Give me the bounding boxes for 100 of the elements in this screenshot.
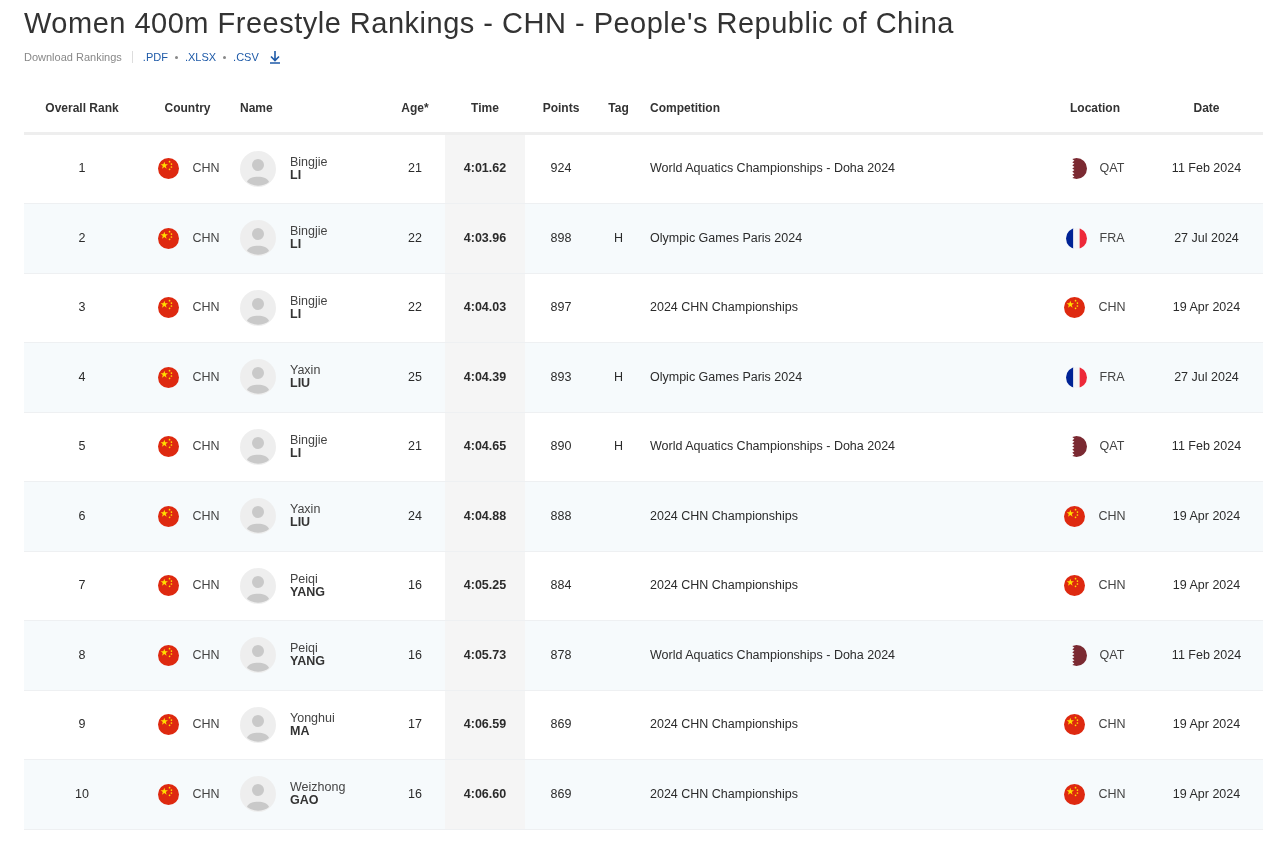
- last-name: LI: [290, 168, 302, 182]
- rank-cell-text: 2: [78, 229, 86, 247]
- first-name: Bingjie: [290, 225, 328, 239]
- points-cell-text: 869: [550, 716, 572, 734]
- country-code: CHN: [192, 160, 220, 178]
- last-name: LIU: [290, 377, 312, 391]
- rank-cell-text: 3: [78, 299, 86, 317]
- column-header: Tag: [608, 99, 629, 117]
- country-code: CHN: [192, 229, 220, 247]
- time-cell-text: 4:05.25: [463, 577, 507, 595]
- competition-cell-text: Olympic Games Paris 2024: [650, 229, 803, 247]
- avatar-silhouette-icon: [240, 706, 276, 743]
- points-cell-text: 869: [550, 785, 572, 803]
- points-cell-text: 924: [550, 160, 572, 178]
- rank-cell-text: 8: [78, 646, 86, 664]
- date-cell-text: 11 Feb 2024: [1171, 646, 1242, 664]
- first-name: Weizhong: [290, 781, 346, 795]
- age-cell-text: 25: [408, 368, 422, 386]
- download-link[interactable]: .CSV: [233, 49, 259, 66]
- competition-cell-text: 2024 CHN Championships: [650, 577, 798, 595]
- date-cell-text: 27 Jul 2024: [1174, 229, 1239, 247]
- country-code: CHN: [192, 577, 220, 595]
- last-name: MA: [290, 724, 310, 738]
- last-name: LI: [290, 238, 302, 252]
- first-name: Bingjie: [290, 155, 328, 169]
- china-flag-icon: [158, 158, 180, 180]
- location-code: CHN: [1098, 785, 1126, 803]
- france-flag-icon: [1065, 227, 1087, 249]
- points-cell-text: 898: [550, 229, 572, 247]
- location-code: CHN: [1098, 716, 1126, 734]
- last-name: LIU: [290, 516, 312, 530]
- last-name: YANG: [290, 585, 325, 599]
- age-cell-text: 22: [408, 299, 422, 317]
- china-flag-icon: [1064, 505, 1086, 527]
- date-cell-text: 19 Apr 2024: [1172, 577, 1241, 595]
- location-code: CHN: [1098, 299, 1126, 317]
- age-cell-text: 22: [408, 229, 422, 247]
- age-cell-text: 16: [408, 785, 422, 803]
- country-code: CHN: [192, 646, 220, 664]
- country-code: CHN: [192, 299, 220, 317]
- competition-cell-text: 2024 CHN Championships: [650, 299, 798, 317]
- date-cell-text: 19 Apr 2024: [1172, 716, 1241, 734]
- page-title: Women 400m Freestyle Rankings - CHN - People's Republic of China: [24, 6, 955, 41]
- column-header: Location: [1070, 99, 1120, 117]
- location-code: FRA: [1099, 229, 1125, 247]
- country-code: CHN: [192, 507, 220, 525]
- date-cell-text: 19 Apr 2024: [1172, 507, 1241, 525]
- date-cell-text: 11 Feb 2024: [1171, 438, 1242, 456]
- download-icon[interactable]: [268, 50, 281, 65]
- last-name: LI: [290, 446, 302, 460]
- rank-cell-text: 9: [78, 716, 86, 734]
- column-header: Date: [1193, 99, 1220, 117]
- date-cell-text: 27 Jul 2024: [1174, 368, 1239, 386]
- location-code: FRA: [1099, 368, 1125, 386]
- time-cell-text: 4:04.39: [463, 368, 507, 386]
- competition-cell-text: 2024 CHN Championships: [650, 785, 798, 803]
- competition-cell-text: 2024 CHN Championships: [650, 716, 798, 734]
- competition-cell-text: World Aquatics Championships - Doha 2024: [650, 646, 896, 664]
- avatar-silhouette-icon: [240, 776, 276, 813]
- country-code: CHN: [192, 438, 220, 456]
- points-cell-text: 878: [550, 646, 572, 664]
- last-name: YANG: [290, 655, 325, 669]
- competition-cell-text: 2024 CHN Championships: [650, 507, 798, 525]
- time-cell-text: 4:01.62: [463, 160, 507, 178]
- avatar-silhouette-icon: [240, 637, 276, 674]
- time-cell-text: 4:04.88: [463, 507, 507, 525]
- competition-cell-text: World Aquatics Championships - Doha 2024: [650, 160, 896, 178]
- points-cell-text: 890: [550, 438, 572, 456]
- location-code: QAT: [1099, 646, 1125, 664]
- last-name: LI: [290, 307, 302, 321]
- china-flag-icon: [158, 227, 180, 249]
- age-cell-text: 16: [408, 577, 422, 595]
- china-flag-icon: [158, 575, 180, 597]
- column-header: Country: [164, 99, 211, 117]
- date-cell-text: 11 Feb 2024: [1171, 160, 1242, 178]
- age-cell-text: 21: [408, 160, 422, 178]
- time-cell-text: 4:04.03: [463, 299, 507, 317]
- china-flag-icon: [158, 783, 180, 805]
- time-cell-text: 4:03.96: [463, 229, 507, 247]
- china-flag-icon: [158, 297, 180, 319]
- date-cell-text: 19 Apr 2024: [1172, 299, 1241, 317]
- time-cell-text: 4:06.59: [463, 716, 507, 734]
- age-cell-text: 24: [408, 507, 422, 525]
- age-cell-text: 17: [408, 716, 422, 734]
- column-header: Time: [471, 99, 499, 117]
- france-flag-icon: [1065, 366, 1087, 388]
- avatar-silhouette-icon: [240, 289, 276, 326]
- download-link[interactable]: .XLSX: [184, 49, 217, 66]
- avatar-silhouette-icon: [240, 220, 276, 257]
- china-flag-icon: [1064, 575, 1086, 597]
- china-flag-icon: [158, 644, 180, 666]
- rank-cell-text: 6: [78, 507, 86, 525]
- column-header: Age*: [401, 99, 429, 117]
- rank-cell-text: 10: [75, 785, 89, 803]
- china-flag-icon: [158, 366, 180, 388]
- column-header: Competition: [650, 99, 720, 117]
- column-header: Overall Rank: [45, 99, 119, 117]
- location-code: CHN: [1098, 507, 1126, 525]
- time-cell-text: 4:04.65: [463, 438, 507, 456]
- download-link[interactable]: .PDF: [142, 49, 168, 66]
